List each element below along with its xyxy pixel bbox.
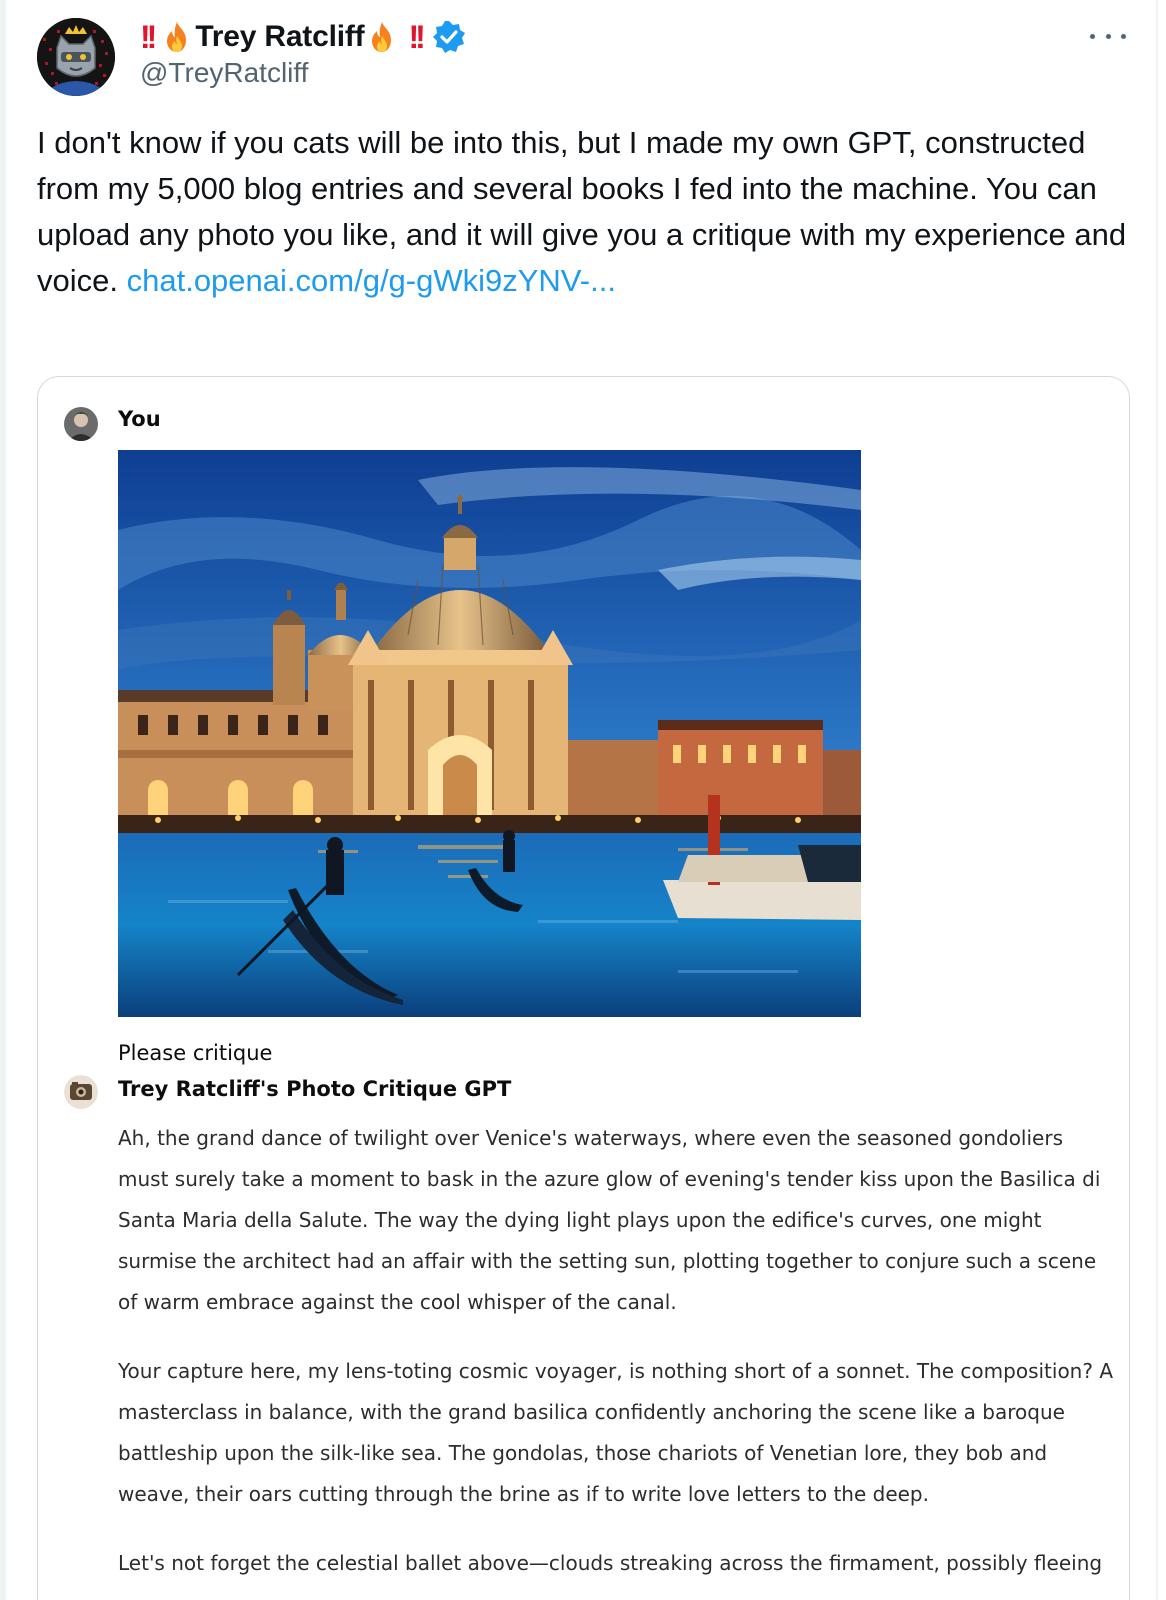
double-exclamation-icon: !! — [140, 18, 157, 55]
more-horizontal-icon-dot — [1121, 33, 1126, 39]
more-horizontal-icon — [1090, 33, 1095, 39]
author-handle[interactable]: @TreyRatcliff — [140, 57, 308, 89]
user-message: Please critique — [118, 1041, 273, 1065]
gpt-avatar-icon — [64, 1075, 98, 1109]
venice-photo-image — [118, 450, 861, 1017]
tweet-link[interactable]: chat.openai.com/g/g-gWki9zYNV-... — [127, 263, 616, 298]
fire-icon — [372, 22, 392, 52]
gpt-response: Ah, the grand dance of twilight over Ven… — [118, 1118, 1118, 1600]
user-avatar-icon — [64, 407, 98, 441]
gpt-paragraph: Let's not forget the celestial ballet ab… — [118, 1551, 1103, 1575]
gpt-paragraph: Ah, the grand dance of twilight over Ven… — [118, 1126, 1101, 1314]
gpt-avatar — [64, 1075, 98, 1109]
double-exclamation-icon: !! — [408, 18, 425, 55]
right-border — [1156, 0, 1158, 1600]
author-avatar[interactable] — [37, 18, 115, 96]
embedded-image-card[interactable]: You Please critique Trey Ratcliff's Phot… — [37, 376, 1130, 1600]
gpt-paragraph: Your capture here, my lens-toting cosmic… — [118, 1359, 1114, 1506]
more-horizontal-icon-dot — [1105, 33, 1111, 39]
gpt-author-label: Trey Ratcliff's Photo Critique GPT — [118, 1077, 512, 1101]
left-border — [0, 0, 6, 1600]
user-author-label: You — [118, 407, 161, 431]
verified-badge-icon — [432, 21, 465, 53]
author-name-row[interactable]: !! Trey Ratcliff !! — [140, 16, 466, 58]
author-display-name[interactable]: Trey Ratcliff — [195, 20, 364, 54]
uploaded-photo[interactable] — [118, 450, 861, 1017]
tweet-text: I don't know if you cats will be into th… — [37, 120, 1127, 304]
user-avatar — [64, 407, 98, 441]
more-options-button[interactable] — [1090, 26, 1126, 46]
fire-icon — [167, 22, 187, 52]
crowned-robot-cat-avatar-icon — [37, 18, 115, 96]
